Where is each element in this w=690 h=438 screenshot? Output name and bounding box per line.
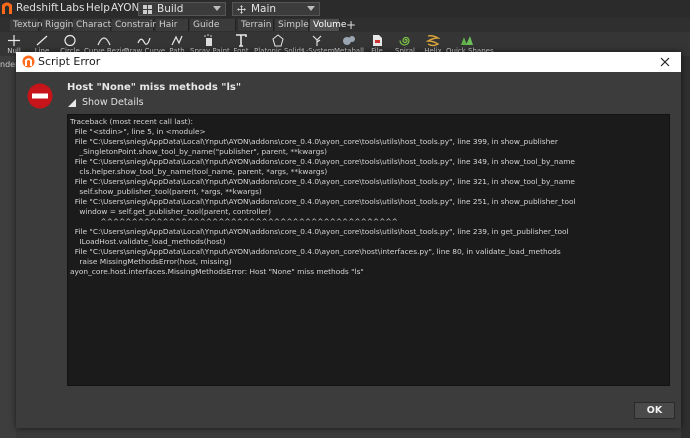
traceback-line: window = self.get_publisher_tool(parent,…	[70, 207, 271, 216]
traceback-line: _SingletonPoint.show_tool_by_name("publi…	[70, 147, 327, 156]
spray-paint-icon	[204, 34, 212, 46]
shelf-tab-simple-fx[interactable]: Simple FX	[275, 19, 309, 42]
shelf-tab-characters[interactable]: Characters	[73, 19, 125, 31]
null-icon	[8, 35, 20, 46]
shelf-tab-volume[interactable]: Volume	[310, 19, 346, 31]
script-error-dialog: Script Error Host "None" miss methods "l…	[16, 52, 681, 428]
shelf-tab-bar: Texture Rigging Characters Constraints H…	[0, 18, 690, 42]
ok-button[interactable]: OK	[634, 402, 675, 419]
context-select[interactable]: Main	[232, 2, 320, 16]
traceback-line: self.show_publisher_tool(parent, *args, …	[70, 187, 262, 196]
traceback-line: Traceback (most recent call last):	[70, 117, 193, 126]
menu-bar: Redshift Labs Help AYON Build Main	[0, 0, 690, 18]
error-icon	[27, 83, 53, 109]
font-icon	[236, 34, 247, 47]
metaball-icon	[343, 36, 355, 45]
traceback-line: cls.helper.show_tool_by_name(tool_name, …	[70, 167, 328, 176]
platonic-solid-icon	[272, 34, 284, 47]
helix-icon	[426, 35, 440, 47]
show-details-label: Show Details	[82, 97, 144, 108]
menu-ayon[interactable]: AYON	[111, 2, 139, 14]
expand-triangle-icon	[68, 99, 76, 107]
file-icon	[373, 35, 382, 46]
shelf-tab-rigging[interactable]: Rigging	[42, 19, 79, 31]
bezier-curve-icon	[97, 37, 111, 46]
dialog-title: Script Error	[38, 55, 101, 68]
circle-icon	[64, 34, 76, 47]
traceback-line: ^^^^^^^^^^^^^^^^^^^^^^^^^^^^^^^^^^^^^^^^…	[70, 217, 398, 226]
error-heading: Host "None" miss methods "ls"	[67, 82, 242, 93]
traceback-line: File "C:\Users\snieg\AppData\Local\Ynput…	[70, 227, 569, 236]
traceback-line: File "C:\Users\snieg\AppData\Local\Ynput…	[70, 137, 558, 146]
houdini-logo-icon[interactable]	[1, 2, 13, 15]
traceback-line: ayon_core.host.interfaces.MissingMethods…	[70, 267, 364, 276]
chevron-down-icon	[307, 6, 315, 11]
add-shelf-tab-button[interactable]: +	[346, 18, 356, 32]
traceback-line: File "<stdin>", line 5, in <module>	[70, 127, 206, 136]
chevron-down-icon	[213, 6, 221, 11]
traceback-line: File "C:\Users\snieg\AppData\Local\Ynput…	[70, 177, 575, 186]
traceback-line: File "C:\Users\snieg\AppData\Local\Ynput…	[70, 197, 576, 206]
spiral-icon	[399, 36, 410, 46]
traceback-line: File "C:\Users\snieg\AppData\Local\Ynput…	[70, 157, 575, 166]
draw-curve-icon	[137, 37, 151, 45]
move-icon	[237, 5, 246, 14]
traceback-line: raise MissingMethodsError(host, missing)	[70, 257, 232, 266]
context-select-value: Main	[251, 3, 277, 15]
desktop-select-value: Build	[157, 3, 184, 15]
traceback-text-area[interactable]: Traceback (most recent call last): File …	[67, 114, 670, 386]
shelf-tab-hair-utils[interactable]: Hair Utils	[156, 19, 189, 42]
desktop-grid-icon	[143, 5, 152, 14]
menu-redshift[interactable]: Redshift	[16, 2, 59, 14]
dialog-title-bar: Script Error	[16, 52, 681, 72]
traceback-line: ILoadHost.validate_load_methods(host)	[70, 237, 226, 246]
right-panel-strip	[681, 56, 690, 438]
shelf-tab-terrain-fx[interactable]: Terrain FX	[238, 19, 274, 42]
shelf-tab-constraints[interactable]: Constraints	[112, 19, 166, 31]
close-icon[interactable]	[656, 53, 674, 71]
l-system-icon	[312, 35, 322, 46]
path-icon	[171, 35, 183, 46]
left-panel-strip: nder	[0, 56, 18, 438]
desktop-select[interactable]: Build	[138, 2, 226, 16]
shelf-tab-guide-process[interactable]: Guide Process	[190, 19, 236, 42]
line-icon	[36, 35, 48, 46]
houdini-app-icon	[22, 55, 35, 68]
traceback-line: File "C:\Users\snieg\AppData\Local\Ynput…	[70, 247, 561, 256]
quick-shapes-icon	[461, 36, 473, 45]
menu-help[interactable]: Help	[86, 2, 110, 14]
menu-labs[interactable]: Labs	[60, 2, 84, 14]
shelf-tab-texture[interactable]: Texture	[10, 19, 46, 31]
